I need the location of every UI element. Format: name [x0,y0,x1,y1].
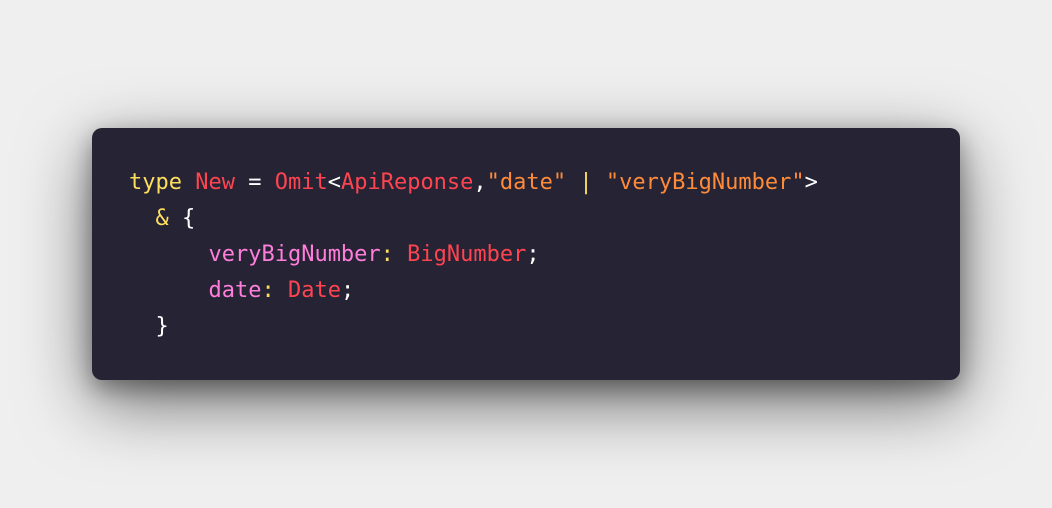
close-angle: > [804,170,818,195]
union-pipe: | [579,170,593,195]
close-brace: } [155,314,169,339]
string-very-big-number: "veryBigNumber" [605,170,805,195]
colon: : [380,242,394,267]
keyword-type: type [129,170,182,195]
type-omit: Omit [274,170,328,195]
semicolon: ; [526,242,540,267]
comma: , [473,170,487,195]
code-line-4: date: Date; [129,273,960,309]
open-angle: < [327,170,341,195]
equals-sign: = [248,170,262,195]
code-line-3: veryBigNumber: BigNumber; [129,237,960,273]
code-snippet-card: type New = Omit<ApiReponse,"date" | "ver… [92,128,960,380]
property-very-big-number: veryBigNumber [208,242,381,267]
semicolon: ; [340,278,355,303]
code-line-2: & { [129,201,960,237]
string-date: "date" [486,170,567,195]
property-date: date [208,278,262,303]
code-line-1: type New = Omit<ApiReponse,"date" | "ver… [129,165,960,201]
type-big-number: BigNumber [407,242,527,267]
type-name-new: New [195,170,235,195]
code-line-5: } [129,309,960,345]
colon: : [261,278,275,303]
type-api-response: ApiReponse [340,170,474,195]
intersection-amp: & [155,206,169,231]
open-brace: { [182,206,196,231]
type-date: Date [287,278,341,303]
code-block: type New = Omit<ApiReponse,"date" | "ver… [129,165,960,345]
